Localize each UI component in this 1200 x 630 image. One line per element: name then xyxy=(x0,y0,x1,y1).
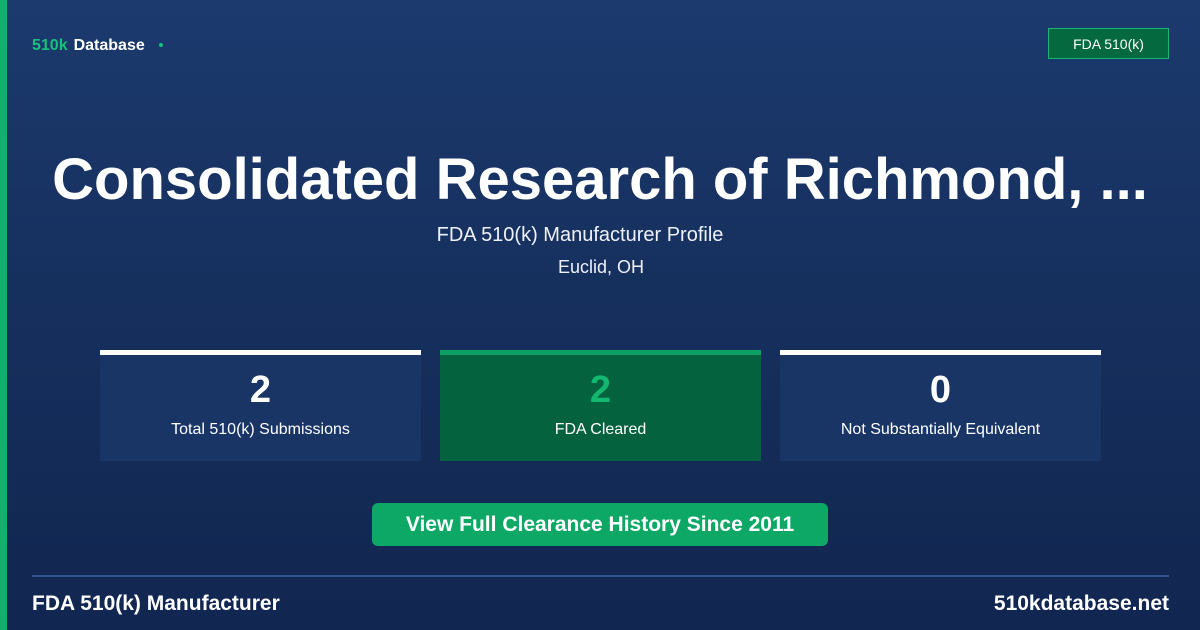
footer-category: FDA 510(k) Manufacturer xyxy=(32,592,280,615)
stat-card-total-submissions: 2 Total 510(k) Submissions xyxy=(100,350,421,461)
stat-label: Total 510(k) Submissions xyxy=(171,421,350,438)
stat-card-not-substantially-equivalent: 0 Not Substantially Equivalent xyxy=(780,350,1101,461)
stat-label: Not Substantially Equivalent xyxy=(840,421,1041,438)
fda-badge: FDA 510(k) xyxy=(1048,28,1169,59)
brand-logo[interactable]: 510k Database xyxy=(32,37,163,55)
profile-subtitle: FDA 510(k) Manufacturer Profile xyxy=(436,224,724,246)
stat-value: 2 xyxy=(589,369,612,411)
brand-name-text: Database xyxy=(73,37,145,54)
stat-card-fda-cleared: 2 FDA Cleared xyxy=(440,350,761,461)
manufacturer-title: Consolidated Research of Richmond, ... xyxy=(52,147,1148,212)
stat-label: FDA Cleared xyxy=(554,421,647,438)
brand-accent-text: 510k xyxy=(32,37,68,54)
view-clearance-history-button[interactable]: View Full Clearance History Since 2011 xyxy=(372,503,828,546)
brand-dot-icon xyxy=(158,42,163,47)
footer-divider xyxy=(32,575,1169,577)
stat-value: 2 xyxy=(249,369,272,411)
left-accent-bar xyxy=(0,0,7,630)
footer-site-link[interactable]: 510kdatabase.net xyxy=(994,592,1169,616)
stat-value: 0 xyxy=(929,369,952,411)
manufacturer-location: Euclid, OH xyxy=(557,257,645,277)
